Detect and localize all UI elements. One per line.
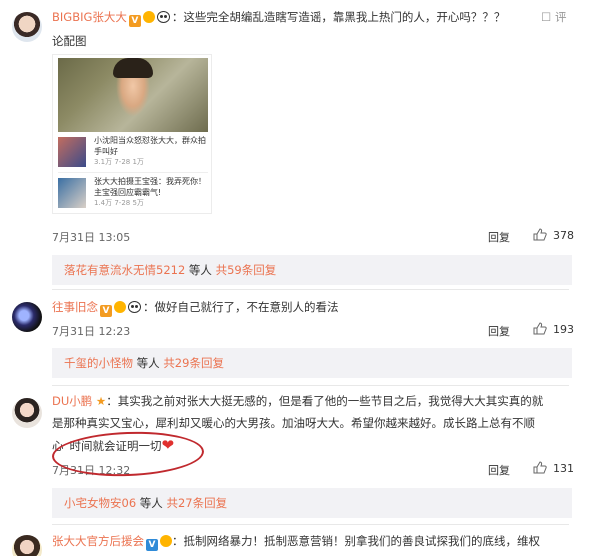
like-button[interactable]: 131 bbox=[533, 461, 574, 475]
avatar[interactable] bbox=[12, 302, 42, 332]
reply-button[interactable]: 回复 bbox=[488, 229, 510, 245]
divider bbox=[52, 524, 569, 525]
row-title: 小沈阳当众怒怼张大大，群众拍手叫好 bbox=[94, 136, 206, 156]
thumbs-up-icon bbox=[533, 461, 547, 474]
star-badge-icon: ★ bbox=[92, 394, 107, 408]
like-count: 378 bbox=[553, 229, 574, 242]
row-title: 张大大拍摄王宝强：我弄死你！ 主宝强回应霸霸气! bbox=[94, 177, 206, 197]
reply-count-link[interactable]: 共29条回复 bbox=[163, 356, 224, 370]
divider bbox=[58, 172, 208, 173]
reply-mid-text: 等人 bbox=[136, 496, 167, 510]
divider bbox=[52, 385, 569, 386]
row-meta: 1.4万 7-28 5万 bbox=[94, 199, 144, 207]
replies-summary[interactable]: 小宅女物安06 等人 共27条回复 bbox=[52, 488, 572, 518]
reply-mid-text: 等人 bbox=[185, 263, 216, 277]
reply-button[interactable]: 回复 bbox=[488, 462, 510, 478]
thumbs-up-icon bbox=[533, 322, 547, 335]
avatar[interactable] bbox=[12, 12, 42, 42]
comment-text: ：做好自己就行了，不在意别人的看法 bbox=[143, 300, 339, 314]
row-meta: 3.1万 7-28 1万 bbox=[94, 158, 144, 166]
card-row-2: 张大大拍摄王宝强：我弄死你！ 主宝强回应霸霸气! 1.4万 7-28 5万 bbox=[58, 174, 208, 212]
card-photo bbox=[58, 58, 208, 132]
vip-badge-icon bbox=[114, 301, 126, 313]
verified-badge-icon: V bbox=[146, 539, 158, 551]
reply-mid-text: 等人 bbox=[133, 356, 164, 370]
replies-summary[interactable]: 落花有意流水无情5212 等人 共59条回复 bbox=[52, 255, 572, 285]
comment-text-line2: 是那种真实又宝心，犀利却又暖心的大男孩。加油呀大大。希望你越来越好。成长路上总有… bbox=[52, 416, 535, 430]
username[interactable]: 张大大官方后援会 bbox=[52, 534, 144, 548]
vip-badge-icon bbox=[160, 535, 172, 547]
comment-right-label[interactable]: 评 bbox=[555, 10, 567, 24]
thumbs-up-icon bbox=[533, 228, 547, 241]
card-hair bbox=[113, 58, 153, 78]
comment-text: ：抵制网络暴力！抵制恶意营销！别拿我们的善良试探我们的底线，维权 bbox=[172, 534, 540, 548]
row-thumbnail bbox=[58, 178, 86, 208]
verified-badge-icon: V bbox=[100, 305, 112, 317]
replies-summary[interactable]: 千玺的小怪物 等人 共29条回复 bbox=[52, 348, 572, 378]
row-thumbnail bbox=[58, 137, 86, 167]
share-icon[interactable]: ☐ 评 bbox=[541, 8, 566, 26]
reply-user[interactable]: 落花有意流水无情5212 bbox=[64, 263, 185, 277]
reply-user[interactable]: 千玺的小怪物 bbox=[64, 356, 133, 370]
divider bbox=[52, 289, 569, 290]
image-card[interactable]: 小沈阳当众怒怼张大大，群众拍手叫好 3.1万 7-28 1万 张大大拍摄王宝强：… bbox=[52, 54, 212, 214]
username[interactable]: DU小鹏 bbox=[52, 394, 92, 408]
panda-emoji-icon bbox=[128, 301, 141, 313]
reply-count-link[interactable]: 共59条回复 bbox=[216, 263, 277, 277]
reply-button[interactable]: 回复 bbox=[488, 323, 510, 339]
timestamp: 7月31日 13:05 bbox=[52, 231, 131, 244]
comment-text: ：这些完全胡编乱造瞎写造谣，靠黑我上热门的人，开心吗？？？ bbox=[171, 10, 506, 24]
like-count: 193 bbox=[553, 323, 574, 336]
username[interactable]: 往事旧念 bbox=[52, 300, 98, 314]
comment-text-line2: 论配图 bbox=[52, 34, 87, 48]
like-button[interactable]: 378 bbox=[533, 228, 574, 242]
avatar[interactable] bbox=[12, 535, 42, 556]
panda-emoji-icon bbox=[156, 11, 170, 23]
vip-badge-icon bbox=[142, 11, 155, 23]
card-row-1: 小沈阳当众怒怼张大大，群众拍手叫好 3.1万 7-28 1万 bbox=[58, 133, 208, 171]
avatar[interactable] bbox=[12, 398, 42, 428]
username[interactable]: BIGBIG张大大 bbox=[52, 10, 127, 24]
reply-count-link[interactable]: 共27条回复 bbox=[166, 496, 227, 510]
reply-user[interactable]: 小宅女物安06 bbox=[64, 496, 136, 510]
verified-badge-icon: V bbox=[128, 15, 141, 27]
timestamp: 7月31日 12:23 bbox=[52, 325, 131, 338]
like-count: 131 bbox=[553, 462, 574, 475]
like-button[interactable]: 193 bbox=[533, 322, 574, 336]
comment-text: ：其实我之前对张大大挺无感的，但是看了他的一些节目之后，我觉得大大其实真的就 bbox=[106, 394, 544, 408]
